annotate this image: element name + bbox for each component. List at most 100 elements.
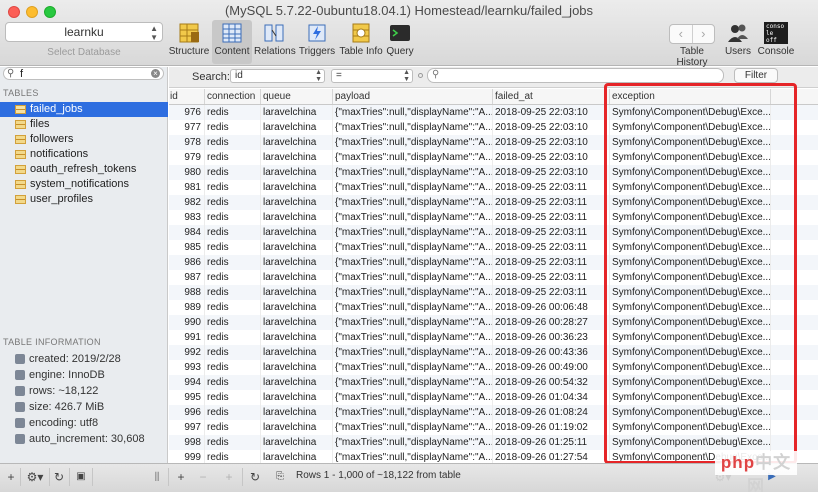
cell-id[interactable]: 990 (169, 315, 205, 330)
cell-id[interactable]: 991 (169, 330, 205, 345)
cell-payload[interactable]: {"maxTries":null,"displayName":"A... (333, 150, 493, 165)
refresh-content-icon[interactable]: ↻ (248, 469, 262, 485)
table-actions-gear-icon[interactable]: ⚙▾ (24, 469, 46, 485)
cell-failed-at[interactable]: 2018-09-25 22:03:11 (493, 210, 610, 225)
cell-failed-at[interactable]: 2018-09-25 22:03:11 (493, 285, 610, 300)
tab-structure[interactable]: Structure (168, 22, 210, 57)
cell-failed-at[interactable]: 2018-09-25 22:03:10 (493, 150, 610, 165)
column-header-failed-at[interactable]: failed_at (493, 89, 610, 104)
cell-connection[interactable]: redis (205, 210, 261, 225)
cell-exception[interactable]: Symfony\Component\Debug\Exce... (610, 150, 771, 165)
cell-payload[interactable]: {"maxTries":null,"displayName":"A... (333, 360, 493, 375)
table-row[interactable]: 984 redis laravelchina {"maxTries":null,"di… (169, 225, 818, 240)
cell-id[interactable]: 982 (169, 195, 205, 210)
column-header-exception[interactable]: exception (610, 89, 771, 104)
cell-id[interactable]: 986 (169, 255, 205, 270)
filter-button[interactable]: Filter (734, 68, 778, 83)
cell-queue[interactable]: laravelchina (261, 375, 333, 390)
content-grid[interactable]: id connection queue payload failed_at ex… (169, 89, 818, 480)
cell-queue[interactable]: laravelchina (261, 135, 333, 150)
table-row[interactable]: 979 redis laravelchina {"maxTries":null,"di… (169, 150, 818, 165)
cell-connection[interactable]: redis (205, 285, 261, 300)
cell-connection[interactable]: redis (205, 165, 261, 180)
cell-payload[interactable]: {"maxTries":null,"displayName":"A... (333, 210, 493, 225)
cell-exception[interactable]: Symfony\Component\Debug\Exce... (610, 195, 771, 210)
cell-queue[interactable]: laravelchina (261, 315, 333, 330)
delete-row-button[interactable]: − (196, 469, 210, 485)
cell-connection[interactable]: redis (205, 255, 261, 270)
cell-failed-at[interactable]: 2018-09-26 01:04:34 (493, 390, 610, 405)
cell-failed-at[interactable]: 2018-09-25 22:03:10 (493, 120, 610, 135)
cell-connection[interactable]: redis (205, 225, 261, 240)
search-field-select[interactable]: id ▲ ▼ (230, 69, 325, 83)
cell-payload[interactable]: {"maxTries":null,"displayName":"A... (333, 105, 493, 120)
cell-payload[interactable]: {"maxTries":null,"displayName":"A... (333, 195, 493, 210)
cell-queue[interactable]: laravelchina (261, 240, 333, 255)
column-header-id[interactable]: id (169, 89, 205, 104)
cell-exception[interactable]: Symfony\Component\Debug\Exce... (610, 225, 771, 240)
cell-exception[interactable]: Symfony\Component\Debug\Exce... (610, 300, 771, 315)
cell-connection[interactable]: redis (205, 405, 261, 420)
table-row[interactable]: 988 redis laravelchina {"maxTries":null,"di… (169, 285, 818, 300)
cell-exception[interactable]: Symfony\Component\Debug\Exce... (610, 360, 771, 375)
table-row[interactable]: 998 redis laravelchina {"maxTries":null,"di… (169, 435, 818, 450)
search-operator-select[interactable]: = ▲ ▼ (331, 69, 413, 83)
sidebar-table-item[interactable]: files (0, 117, 168, 132)
cell-queue[interactable]: laravelchina (261, 225, 333, 240)
cell-queue[interactable]: laravelchina (261, 435, 333, 450)
table-row[interactable]: 986 redis laravelchina {"maxTries":null,"di… (169, 255, 818, 270)
cell-payload[interactable]: {"maxTries":null,"displayName":"A... (333, 390, 493, 405)
column-header-payload[interactable]: payload (333, 89, 493, 104)
cell-exception[interactable]: Symfony\Component\Debug\Exce... (610, 135, 771, 150)
cell-exception[interactable]: Symfony\Component\Debug\Exce... (610, 390, 771, 405)
cell-exception[interactable]: Symfony\Component\Debug\Exce... (610, 105, 771, 120)
cell-queue[interactable]: laravelchina (261, 195, 333, 210)
cell-payload[interactable]: {"maxTries":null,"displayName":"A... (333, 180, 493, 195)
cell-payload[interactable]: {"maxTries":null,"displayName":"A... (333, 420, 493, 435)
cell-exception[interactable]: Symfony\Component\Debug\Exce... (610, 120, 771, 135)
cell-queue[interactable]: laravelchina (261, 150, 333, 165)
table-row[interactable]: 978 redis laravelchina {"maxTries":null,"di… (169, 135, 818, 150)
cell-queue[interactable]: laravelchina (261, 165, 333, 180)
table-row[interactable]: 989 redis laravelchina {"maxTries":null,"di… (169, 300, 818, 315)
cell-id[interactable]: 996 (169, 405, 205, 420)
cell-exception[interactable]: Symfony\Component\Debug\Exce... (610, 330, 771, 345)
cell-connection[interactable]: redis (205, 300, 261, 315)
cell-connection[interactable]: redis (205, 360, 261, 375)
table-row[interactable]: 992 redis laravelchina {"maxTries":null,"di… (169, 345, 818, 360)
sidebar-table-item[interactable]: followers (0, 132, 168, 147)
cell-id[interactable]: 987 (169, 270, 205, 285)
column-header-queue[interactable]: queue (261, 89, 333, 104)
cell-failed-at[interactable]: 2018-09-25 22:03:10 (493, 165, 610, 180)
cell-queue[interactable]: laravelchina (261, 270, 333, 285)
cell-queue[interactable]: laravelchina (261, 330, 333, 345)
tab-query[interactable]: Query (386, 22, 414, 57)
cell-connection[interactable]: redis (205, 345, 261, 360)
cell-id[interactable]: 993 (169, 360, 205, 375)
cell-queue[interactable]: laravelchina (261, 345, 333, 360)
cell-queue[interactable]: laravelchina (261, 300, 333, 315)
cell-connection[interactable]: redis (205, 420, 261, 435)
cell-exception[interactable]: Symfony\Component\Debug\Exce... (610, 270, 771, 285)
history-forward-button[interactable]: › (691, 25, 715, 43)
cell-id[interactable]: 985 (169, 240, 205, 255)
cell-payload[interactable]: {"maxTries":null,"displayName":"A... (333, 135, 493, 150)
cell-id[interactable]: 984 (169, 225, 205, 240)
cell-id[interactable]: 998 (169, 435, 205, 450)
cell-failed-at[interactable]: 2018-09-25 22:03:11 (493, 180, 610, 195)
cell-connection[interactable]: redis (205, 120, 261, 135)
table-row[interactable]: 993 redis laravelchina {"maxTries":null,"di… (169, 360, 818, 375)
cell-exception[interactable]: Symfony\Component\Debug\Exce... (610, 255, 771, 270)
refresh-tables-icon[interactable]: ↻ (52, 469, 66, 485)
cell-failed-at[interactable]: 2018-09-25 22:03:10 (493, 135, 610, 150)
cell-queue[interactable]: laravelchina (261, 180, 333, 195)
table-row[interactable]: 990 redis laravelchina {"maxTries":null,"di… (169, 315, 818, 330)
cell-connection[interactable]: redis (205, 105, 261, 120)
cell-failed-at[interactable]: 2018-09-25 22:03:11 (493, 225, 610, 240)
sidebar-table-item[interactable]: notifications (0, 147, 168, 162)
cell-connection[interactable]: redis (205, 390, 261, 405)
add-row-button[interactable]: + (174, 469, 188, 485)
sidebar-table-item[interactable]: oauth_refresh_tokens (0, 162, 168, 177)
cell-payload[interactable]: {"maxTries":null,"displayName":"A... (333, 315, 493, 330)
cell-exception[interactable]: Symfony\Component\Debug\Exce... (610, 375, 771, 390)
